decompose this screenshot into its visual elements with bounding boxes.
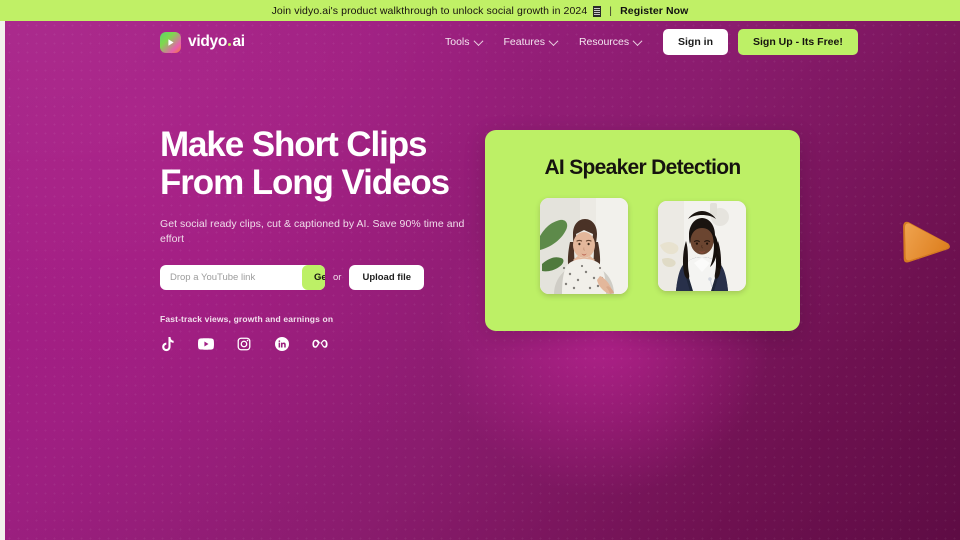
social-proof-text: Fast-track views, growth and earnings on (160, 314, 334, 324)
feature-card-thumbnails (485, 198, 800, 294)
speaker-thumbnail-1 (539, 198, 628, 294)
speaker-thumbnail-2 (657, 201, 746, 291)
sign-in-button[interactable]: Sign in (663, 29, 728, 55)
announcement-text: Join vidyo.ai's product walkthrough to u… (271, 4, 588, 17)
nav-actions: Sign in Sign Up - Its Free! (663, 21, 858, 63)
play-triangle-icon (160, 31, 181, 53)
hero-section: vidyo ai Tools Features Resources Pricin… (5, 21, 960, 540)
social-icons-row (160, 336, 490, 352)
tiktok-icon[interactable] (160, 336, 176, 352)
meta-icon[interactable] (312, 336, 328, 352)
chevron-down-icon (548, 35, 559, 46)
feature-card: AI Speaker Detection (485, 130, 800, 331)
announcement-banner: Join vidyo.ai's product walkthrough to u… (0, 0, 960, 21)
hero-subheadline: Get social ready clips, cut & captioned … (160, 218, 465, 245)
nav-item-label: Features (503, 36, 545, 48)
youtube-link-input-group: Get free clips (160, 265, 325, 290)
nav-item-features[interactable]: Features (503, 35, 559, 48)
linkedin-icon[interactable] (274, 336, 290, 352)
upload-file-button[interactable]: Upload file (349, 265, 425, 290)
chevron-down-icon (473, 35, 483, 46)
youtube-link-input[interactable] (161, 265, 302, 290)
or-separator-text: or (333, 272, 342, 283)
nav-links: Tools Features Resources Pricing (445, 21, 695, 63)
announcement-separator: | (609, 4, 613, 17)
hero-cta-row: Get free clips or Upload file (160, 265, 490, 290)
chevron-down-icon (632, 35, 643, 46)
logo-dot-icon (227, 42, 232, 46)
logo-text: vidyo ai (188, 33, 245, 51)
page-title: Make Short Clips From Long Videos (160, 125, 450, 202)
missing-glyph-box-icon (593, 6, 602, 17)
logo-name: vidyo (188, 33, 227, 50)
nav-item-label: Resources (578, 36, 630, 48)
nav-item-label: Tools (445, 36, 470, 48)
navbar: vidyo ai Tools Features Resources Pricin… (5, 21, 960, 63)
sign-up-button[interactable]: Sign Up - Its Free! (738, 29, 858, 55)
feature-card-title: AI Speaker Detection (544, 156, 741, 179)
nav-item-tools[interactable]: Tools (445, 35, 483, 48)
nav-item-resources[interactable]: Resources (578, 35, 643, 48)
instagram-icon[interactable] (236, 336, 252, 352)
hero-left-column: Make Short Clips From Long Videos Get so… (160, 126, 490, 352)
logo-suffix: ai (232, 33, 245, 50)
register-now-link[interactable]: Register Now (620, 5, 688, 17)
logo[interactable]: vidyo ai (160, 30, 245, 54)
orange-play-triangle-decoration (895, 204, 959, 268)
get-free-clips-button[interactable]: Get free clips (302, 265, 325, 290)
youtube-icon[interactable] (198, 336, 214, 352)
